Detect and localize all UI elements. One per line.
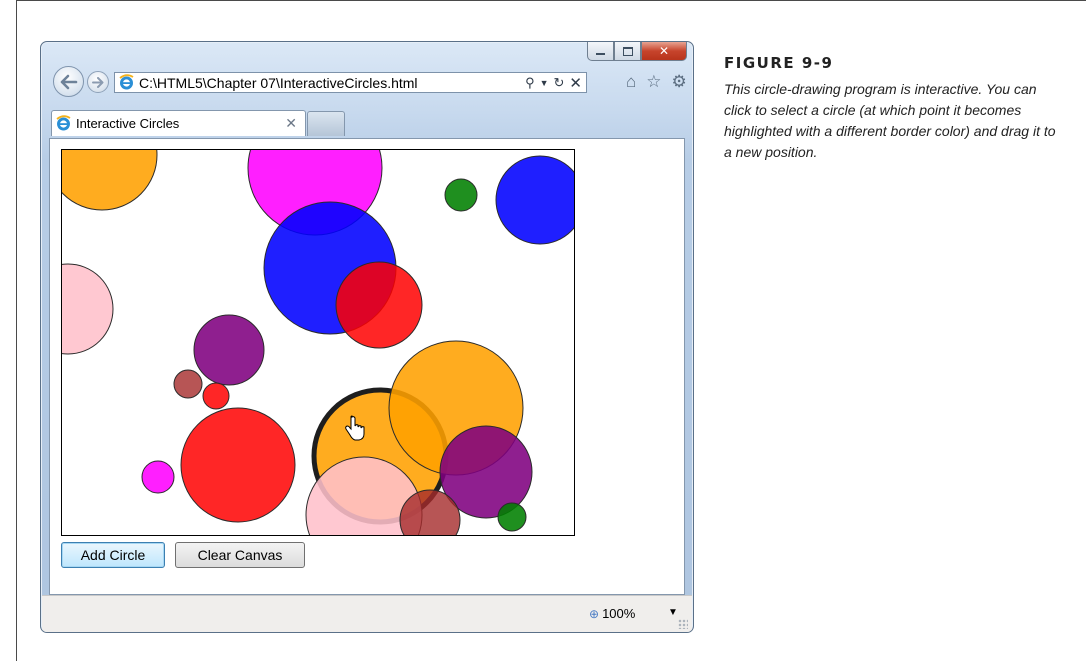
ie-logo-icon <box>56 115 71 131</box>
close-window-button[interactable]: ✕ <box>641 42 687 61</box>
minimize-button[interactable] <box>587 42 614 61</box>
stop-icon[interactable]: ✕ <box>569 74 582 92</box>
home-icon[interactable]: ⌂ <box>626 72 636 92</box>
circles-drawing[interactable] <box>62 150 574 535</box>
window-controls: ✕ <box>587 42 687 61</box>
circle[interactable] <box>180 407 296 523</box>
circle[interactable] <box>495 155 574 245</box>
back-button[interactable] <box>53 66 84 97</box>
favorites-star-icon[interactable]: ☆ <box>646 72 661 92</box>
page-content: Add Circle Clear Canvas <box>49 138 685 595</box>
circle[interactable] <box>62 150 158 211</box>
address-url[interactable]: C:\HTML5\Chapter 07\InteractiveCircles.h… <box>139 75 525 91</box>
zoom-level: 100% <box>602 606 636 621</box>
circle[interactable] <box>141 460 175 494</box>
circle[interactable] <box>173 369 203 399</box>
circle[interactable] <box>193 314 265 386</box>
maximize-button[interactable] <box>614 42 641 61</box>
browser-window: ✕ C:\HTML5\Chapter 07\InteractiveCircles… <box>40 41 694 633</box>
maximize-icon <box>622 46 633 56</box>
tab-bar: Interactive Circles ✕ <box>49 108 689 136</box>
figure-caption: This circle-drawing program is interacti… <box>724 81 1056 160</box>
status-bar: ⊕ 100% ▼ <box>42 595 692 632</box>
zoom-dropdown-icon[interactable]: ▼ <box>668 607 678 618</box>
figure-title: FIGURE 9-9 <box>724 54 834 72</box>
address-bar[interactable]: C:\HTML5\Chapter 07\InteractiveCircles.h… <box>114 72 587 93</box>
tab-close-icon[interactable]: ✕ <box>285 115 297 132</box>
circle[interactable] <box>444 178 478 212</box>
drawing-canvas[interactable] <box>61 149 575 536</box>
add-circle-button[interactable]: Add Circle <box>61 542 165 568</box>
settings-gear-icon[interactable]: ⚙ <box>672 72 687 92</box>
tab-interactive-circles[interactable]: Interactive Circles ✕ <box>51 110 306 136</box>
dropdown-icon[interactable]: ▼ <box>540 78 549 88</box>
refresh-icon[interactable]: ↻ <box>554 75 565 91</box>
circle[interactable] <box>497 502 527 532</box>
clear-canvas-button[interactable]: Clear Canvas <box>175 542 305 568</box>
circle[interactable] <box>62 263 114 355</box>
new-tab-button[interactable] <box>307 111 345 136</box>
forward-icon <box>92 76 104 88</box>
navigation-bar: C:\HTML5\Chapter 07\InteractiveCircles.h… <box>49 64 689 100</box>
close-icon: ✕ <box>658 44 670 58</box>
resize-grip[interactable] <box>678 619 688 629</box>
zoom-control[interactable]: ⊕ 100% <box>589 606 635 621</box>
minimize-icon <box>596 52 605 55</box>
circle[interactable] <box>335 261 423 349</box>
ie-logo-icon <box>119 74 134 90</box>
zoom-icon: ⊕ <box>589 606 600 621</box>
forward-button[interactable] <box>87 71 109 93</box>
search-icon[interactable]: ⚲ <box>525 75 535 91</box>
tab-label: Interactive Circles <box>76 116 180 131</box>
back-icon <box>60 74 77 89</box>
circle[interactable] <box>202 382 230 410</box>
